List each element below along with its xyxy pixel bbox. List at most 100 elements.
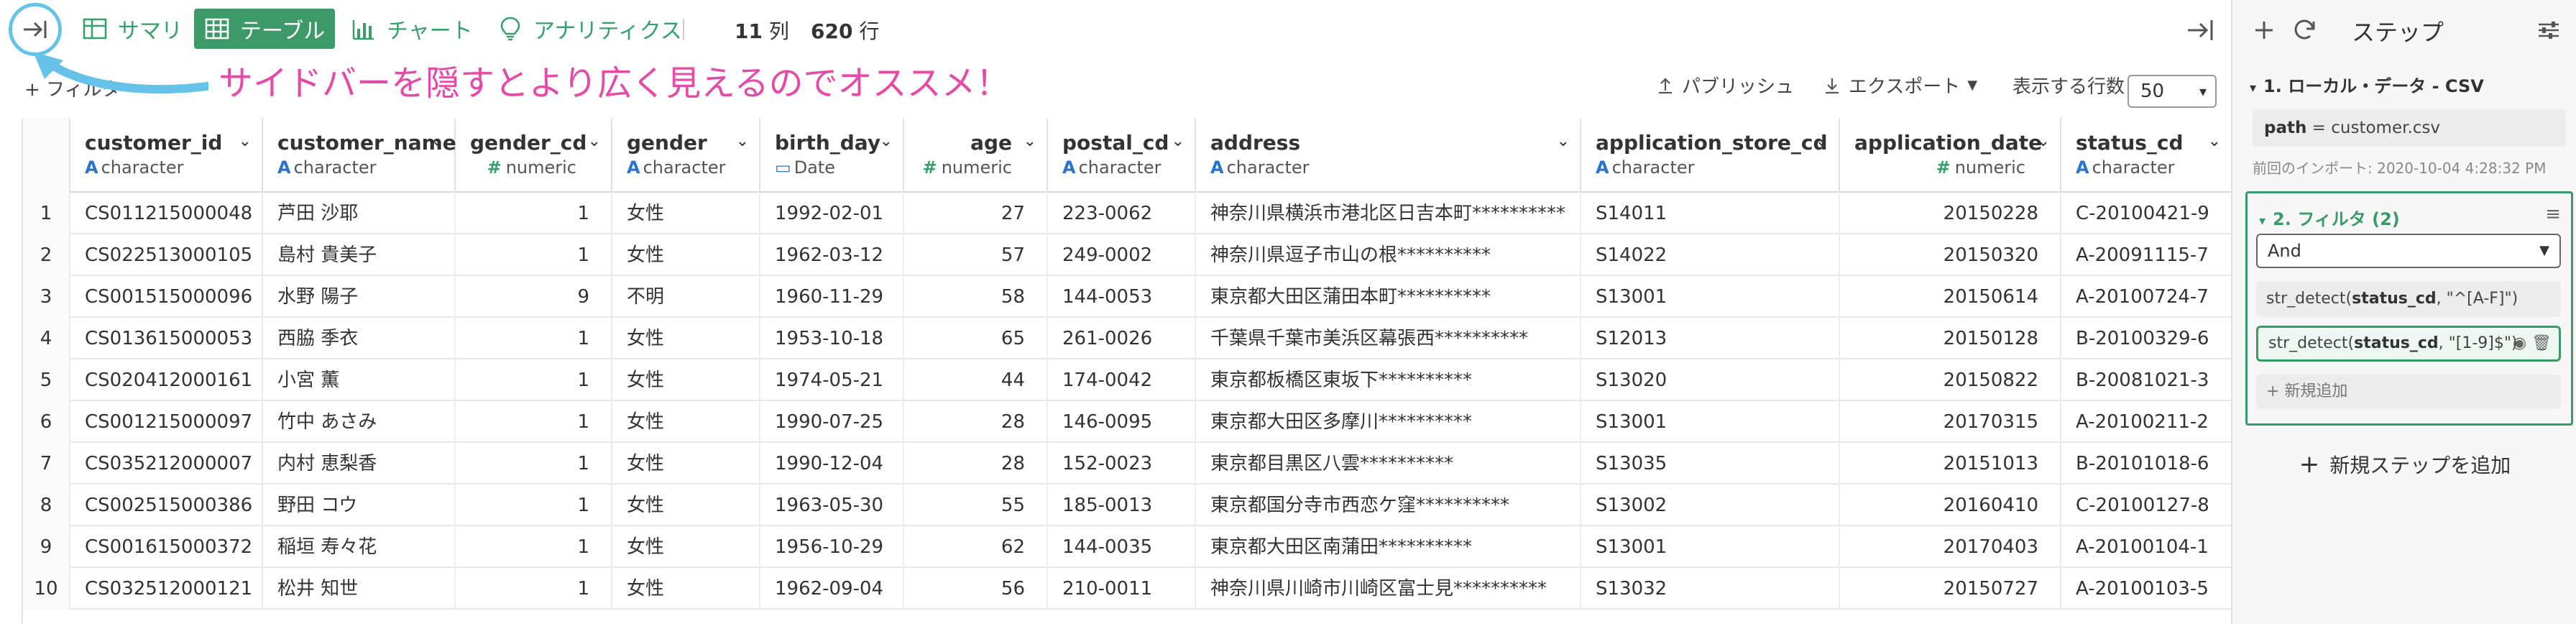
numeric-type-icon: # [1936, 157, 1951, 178]
table-row[interactable]: 8 CS002515000386 野田 コウ 1 女性 1963-05-30 55 185-0… [23, 485, 2231, 526]
sidebar-header: ステップ [2232, 0, 2576, 59]
add-step-button[interactable]: + 新規ステップを追加 [2232, 450, 2576, 479]
column-menu-chevron-icon[interactable]: ⌄ [239, 132, 252, 150]
table-header: customer_id Acharacter ⌄ customer_name A… [23, 118, 2231, 193]
tab-chart[interactable]: チャート [341, 9, 483, 49]
step-2-header[interactable]: ▾ 2. フィルタ (2) [2259, 205, 2400, 230]
plus-icon: + [2299, 450, 2320, 479]
column-menu-chevron-icon[interactable]: ⌄ [880, 132, 893, 150]
table-cell: C-20100127-8 [2061, 485, 2231, 526]
character-type-icon: A [277, 157, 291, 178]
table-cell: 28 [904, 401, 1048, 443]
add-condition-button[interactable]: + 新規追加 [2256, 375, 2561, 409]
eye-icon[interactable]: ◉ [2513, 334, 2526, 352]
table-row[interactable]: 3 CS001515000096 水野 陽子 9 不明 1960-11-29 58 144-0… [23, 276, 2231, 318]
column-menu-chevron-icon[interactable]: ⌄ [588, 132, 601, 150]
column-header-customer-name[interactable]: customer_name Acharacter ⌄ [263, 118, 456, 193]
table-cell: 女性 [612, 443, 760, 485]
table-row[interactable]: 5 CS020412000161 小宮 薫 1 女性 1974-05-21 44 174-00… [23, 359, 2231, 401]
table-cell: 1990-07-25 [760, 401, 904, 443]
character-type-icon: A [1596, 157, 1609, 178]
tab-table[interactable]: テーブル [194, 9, 336, 49]
plus-icon[interactable] [2250, 16, 2278, 45]
row-index: 4 [23, 318, 70, 359]
table-cell: CS032512000121 [70, 568, 263, 610]
table-cell: 東京都大田区蒲田本町********** [1196, 276, 1581, 318]
step-2-filter: ▾ 2. フィルタ (2) ≡ And ▼ str_detect(status_c… [2245, 191, 2573, 426]
annotation-arrow [33, 52, 221, 94]
table-cell: 女性 [612, 401, 760, 443]
column-header-gender-cd[interactable]: gender_cd # numeric ⌄ [456, 118, 612, 193]
table-cell: S14011 [1581, 193, 1840, 234]
refresh-icon[interactable] [2290, 16, 2319, 45]
lightbulb-icon [500, 17, 520, 41]
column-menu-chevron-icon[interactable]: ⌄ [1172, 132, 1184, 150]
column-header-birth-day[interactable]: birth_day ▭ Date ⌄ [760, 118, 904, 193]
table-cell: 1 [456, 234, 612, 276]
step-1-parameter[interactable]: path = customer.csv [2253, 109, 2566, 147]
table-row[interactable]: 4 CS013615000053 西脇 季衣 1 女性 1953-10-18 65 261-0… [23, 318, 2231, 359]
column-header-address[interactable]: address Acharacter ⌄ [1196, 118, 1581, 193]
table-cell: 65 [904, 318, 1048, 359]
column-header-gender[interactable]: gender Acharacter ⌄ [612, 118, 760, 193]
tab-analytics[interactable]: アナリティクス [487, 9, 692, 49]
filter-logic-select[interactable]: And ▼ [2256, 234, 2561, 268]
sliders-icon[interactable] [2534, 16, 2563, 45]
table-cell: 20160410 [1840, 485, 2061, 526]
collapse-sidebar-button[interactable] [9, 3, 62, 56]
column-menu-chevron-icon[interactable]: ⌄ [1024, 132, 1036, 150]
download-icon [1826, 78, 1839, 93]
table-cell: 1962-03-12 [760, 234, 904, 276]
bar-chart-icon [352, 20, 374, 40]
table-cell: 20170315 [1840, 401, 2061, 443]
table-cell: 1963-05-30 [760, 485, 904, 526]
column-header-status-cd[interactable]: status_cd Acharacter ⌄ [2061, 118, 2231, 193]
table-row[interactable]: 6 CS001215000097 竹中 あさみ 1 女性 1990-07-25 28 146-… [23, 401, 2231, 443]
table-row[interactable]: 10 CS032512000121 松井 知世 1 女性 1962-09-04 56 210-… [23, 568, 2231, 610]
export-button[interactable]: エクスポート ▼ [1823, 72, 1977, 98]
table-cell: 174-0042 [1048, 359, 1196, 401]
step-1-header[interactable]: ▾ 1. ローカル・データ - CSV [2250, 72, 2484, 97]
table-cell: 1 [456, 526, 612, 568]
column-menu-chevron-icon[interactable]: ⌄ [1816, 132, 1828, 150]
table-row[interactable]: 2 CS022513000105 島村 貴美子 1 女性 1962-03-12 57 249-… [23, 234, 2231, 276]
hamburger-menu-icon[interactable]: ≡ [2545, 203, 2561, 225]
row-index: 9 [23, 526, 70, 568]
column-menu-chevron-icon[interactable]: ⌄ [1557, 132, 1570, 150]
character-type-icon: A [627, 157, 640, 178]
rows-per-page-select[interactable]: 50 ▾ [2128, 75, 2217, 108]
table-cell: 1 [456, 568, 612, 610]
tab-summary[interactable]: サマリ [72, 9, 193, 49]
character-type-icon: A [85, 157, 98, 178]
collapse-right-icon[interactable] [2185, 14, 2217, 46]
column-header-age[interactable]: age # numeric ⌄ [904, 118, 1048, 193]
table-row[interactable]: 7 CS035212000007 内村 恵梨香 1 女性 1990-12-04 28 152-… [23, 443, 2231, 485]
column-menu-chevron-icon[interactable]: ⌄ [2208, 132, 2221, 150]
trash-icon[interactable]: 🗑 [2531, 334, 2552, 352]
filter-condition-2[interactable]: str_detect(status_cd, "[1-9]$") ◉ 🗑 [2256, 326, 2561, 362]
table-cell: CS011215000048 [70, 193, 263, 234]
publish-button[interactable]: パブリッシュ [1656, 72, 1794, 98]
column-header-application-store-cd[interactable]: application_store_cd Acharacter ⌄ [1581, 118, 1840, 193]
table-cell: S14022 [1581, 234, 1840, 276]
column-header-customer-id[interactable]: customer_id Acharacter ⌄ [70, 118, 263, 193]
table-cell: 1 [456, 485, 612, 526]
rows-per-page-value: 50 [2140, 81, 2165, 102]
expand-caret-icon: ▾ [2259, 214, 2266, 229]
table-cell: A-20100724-7 [2061, 276, 2231, 318]
row-index: 1 [23, 193, 70, 234]
table-cell: 58 [904, 276, 1048, 318]
table-row[interactable]: 9 CS001615000372 稲垣 寿々花 1 女性 1956-10-29 62 144-… [23, 526, 2231, 568]
table-cell: 神奈川県逗子市山の根********** [1196, 234, 1581, 276]
table-cell: 185-0013 [1048, 485, 1196, 526]
column-menu-chevron-icon[interactable]: ⌄ [736, 132, 749, 150]
column-header-postal-cd[interactable]: postal_cd Acharacter ⌄ [1048, 118, 1196, 193]
numeric-type-icon: # [487, 157, 502, 178]
table-row[interactable]: 1 CS011215000048 芦田 沙耶 1 女性 1992-02-01 27 223-0… [23, 193, 2231, 234]
column-menu-chevron-icon[interactable]: ⌄ [431, 132, 444, 150]
upload-icon [1659, 77, 1672, 93]
column-menu-chevron-icon[interactable]: ⌄ [2037, 132, 2050, 150]
column-header-application-date[interactable]: application_date # numeric ⌄ [1840, 118, 2061, 193]
filter-condition-1[interactable]: str_detect(status_cd, "^[A-F]") [2256, 281, 2561, 317]
table-cell: 1 [456, 359, 612, 401]
